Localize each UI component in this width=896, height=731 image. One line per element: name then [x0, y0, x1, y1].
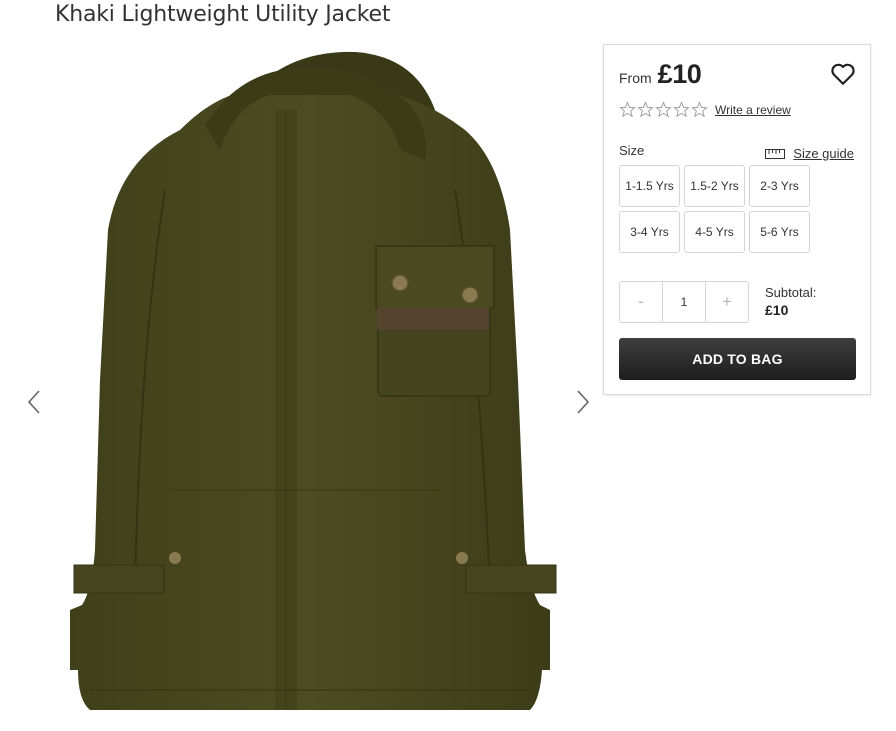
- star-icon: [691, 101, 708, 118]
- quantity-stepper: - 1 +: [619, 281, 749, 323]
- price-prefix: From: [619, 70, 652, 86]
- size-option[interactable]: 1.5-2 Yrs: [684, 165, 745, 207]
- star-icon: [619, 101, 636, 118]
- size-option[interactable]: 1-1.5 Yrs: [619, 165, 680, 207]
- add-to-bag-button[interactable]: ADD TO BAG: [619, 338, 856, 380]
- size-option[interactable]: 4-5 Yrs: [684, 211, 745, 253]
- subtotal-label: Subtotal:: [765, 285, 817, 300]
- product-gallery: [0, 40, 600, 731]
- quantity-decrement-button[interactable]: -: [620, 282, 662, 322]
- size-option[interactable]: 3-4 Yrs: [619, 211, 680, 253]
- star-icon: [655, 101, 672, 118]
- ruler-icon: [765, 148, 786, 159]
- quantity-value[interactable]: 1: [662, 282, 706, 322]
- size-option[interactable]: 5-6 Yrs: [749, 211, 810, 253]
- star-icon: [637, 101, 654, 118]
- chevron-left-icon: [27, 390, 40, 414]
- price: £10: [657, 59, 702, 89]
- chevron-right-icon: [577, 390, 590, 414]
- size-guide-label: Size guide: [793, 146, 854, 161]
- size-label: Size: [619, 143, 645, 158]
- price-row: From £10: [619, 59, 702, 90]
- star-icon: [673, 101, 690, 118]
- wishlist-button[interactable]: [830, 61, 856, 87]
- write-review-link[interactable]: Write a review: [715, 103, 791, 117]
- quantity-increment-button[interactable]: +: [706, 282, 748, 322]
- gallery-prev-button[interactable]: [22, 387, 46, 417]
- subtotal-value: £10: [765, 302, 789, 318]
- size-options: 1-1.5 Yrs 1.5-2 Yrs 2-3 Yrs 3-4 Yrs 4-5 …: [619, 165, 814, 253]
- rating: Write a review: [619, 101, 791, 118]
- product-title: Khaki Lightweight Utility Jacket: [55, 2, 391, 27]
- size-guide-link[interactable]: Size guide: [765, 146, 854, 161]
- gallery-next-button[interactable]: [571, 387, 595, 417]
- purchase-panel: From £10 Write a review Size Size guide …: [603, 44, 871, 395]
- heart-icon: [831, 63, 855, 85]
- product-image: [70, 51, 557, 710]
- size-option[interactable]: 2-3 Yrs: [749, 165, 810, 207]
- subtotal: Subtotal: £10: [765, 285, 816, 318]
